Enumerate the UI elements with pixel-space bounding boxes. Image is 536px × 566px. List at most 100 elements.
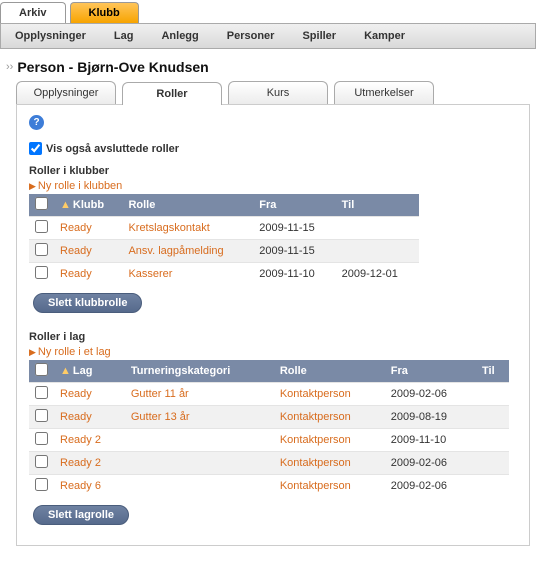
new-team-role-link[interactable]: ▶ Ny rolle i et lag <box>29 346 517 358</box>
subnav-lag[interactable]: Lag <box>106 28 142 44</box>
tab-klubb[interactable]: Klubb <box>70 2 139 23</box>
col-fra[interactable]: Fra <box>253 194 335 217</box>
select-all-team[interactable] <box>35 363 48 376</box>
cell-til <box>476 383 509 406</box>
page-title: Person - Bjørn-Ove Knudsen <box>17 59 208 75</box>
club-roles-heading: Roller i klubber <box>29 165 517 177</box>
new-team-role-text: Ny rolle i et lag <box>38 346 111 358</box>
title-row: ›› Person - Bjørn-Ove Knudsen <box>0 49 536 81</box>
cell-rolle[interactable]: Kontaktperson <box>274 383 385 406</box>
col-kategori[interactable]: Turneringskategori <box>125 360 274 383</box>
col-rolle[interactable]: Rolle <box>122 194 253 217</box>
col-fra[interactable]: Fra <box>385 360 476 383</box>
cell-kategori[interactable]: Gutter 11 år <box>125 383 274 406</box>
team-roles-table: ▲Lag Turneringskategori Rolle Fra Til Re… <box>29 360 509 497</box>
triangle-icon: ▶ <box>29 181 36 192</box>
col-select[interactable] <box>29 194 54 217</box>
cell-til <box>336 240 419 263</box>
cell-fra: 2009-08-19 <box>385 406 476 429</box>
cell-rolle[interactable]: Ansv. lagpåmelding <box>122 240 253 263</box>
tab-opplysninger[interactable]: Opplysninger <box>16 81 116 104</box>
cell-til <box>336 217 419 240</box>
club-roles-table: ▲Klubb Rolle Fra Til ReadyKretslagskonta… <box>29 194 419 285</box>
delete-team-role-button[interactable]: Slett lagrolle <box>33 505 129 525</box>
cell-rolle[interactable]: Kontaktperson <box>274 475 385 498</box>
col-rolle[interactable]: Rolle <box>274 360 385 383</box>
col-lag[interactable]: ▲Lag <box>54 360 125 383</box>
table-row: ReadyKasserer2009-11-102009-12-01 <box>29 263 419 286</box>
table-row: ReadyAnsv. lagpåmelding2009-11-15 <box>29 240 419 263</box>
cell-fra: 2009-11-10 <box>385 429 476 452</box>
cell-rolle[interactable]: Kontaktperson <box>274 452 385 475</box>
cell-kategori[interactable]: Gutter 13 år <box>125 406 274 429</box>
table-row: Ready 2 Kontaktperson2009-02-06 <box>29 452 509 475</box>
sort-icon: ▲ <box>60 199 71 211</box>
cell-lag[interactable]: Ready 6 <box>54 475 125 498</box>
tab-arkiv[interactable]: Arkiv <box>0 2 66 23</box>
delete-club-role-button[interactable]: Slett klubbrolle <box>33 293 142 313</box>
col-klubb[interactable]: ▲Klubb <box>54 194 122 217</box>
cell-lag[interactable]: Ready <box>54 383 125 406</box>
sub-nav: Opplysninger Lag Anlegg Personer Spiller… <box>0 23 536 49</box>
cell-kategori[interactable] <box>125 429 274 452</box>
cell-fra: 2009-02-06 <box>385 452 476 475</box>
cell-fra: 2009-11-15 <box>253 217 335 240</box>
cell-rolle[interactable]: Kasserer <box>122 263 253 286</box>
cell-fra: 2009-02-06 <box>385 475 476 498</box>
tab-kurs[interactable]: Kurs <box>228 81 328 104</box>
cell-kategori[interactable] <box>125 475 274 498</box>
detail-tabs: Opplysninger Roller Kurs Utmerkelser <box>16 81 530 105</box>
cell-kategori[interactable] <box>125 452 274 475</box>
cell-fra: 2009-11-15 <box>253 240 335 263</box>
help-icon[interactable]: ? <box>29 115 44 130</box>
subnav-spiller[interactable]: Spiller <box>294 28 344 44</box>
table-row: ReadyGutter 13 årKontaktperson2009-08-19 <box>29 406 509 429</box>
cell-lag[interactable]: Ready 2 <box>54 452 125 475</box>
top-tab-bar: Arkiv Klubb <box>0 0 536 23</box>
row-checkbox[interactable] <box>35 220 48 233</box>
sort-icon: ▲ <box>60 365 71 377</box>
cell-rolle[interactable]: Kontaktperson <box>274 429 385 452</box>
table-row: Ready 6 Kontaktperson2009-02-06 <box>29 475 509 498</box>
cell-klubb[interactable]: Ready <box>54 240 122 263</box>
cell-klubb[interactable]: Ready <box>54 263 122 286</box>
cell-fra: 2009-02-06 <box>385 383 476 406</box>
tab-roller[interactable]: Roller <box>122 82 222 105</box>
breadcrumb-icon: ›› <box>6 61 13 73</box>
subnav-anlegg[interactable]: Anlegg <box>153 28 206 44</box>
table-row: ReadyGutter 11 årKontaktperson2009-02-06 <box>29 383 509 406</box>
select-all-club[interactable] <box>35 197 48 210</box>
cell-klubb[interactable]: Ready <box>54 217 122 240</box>
row-checkbox[interactable] <box>35 266 48 279</box>
col-select[interactable] <box>29 360 54 383</box>
row-checkbox[interactable] <box>35 243 48 256</box>
row-checkbox[interactable] <box>35 386 48 399</box>
cell-rolle[interactable]: Kontaktperson <box>274 406 385 429</box>
table-row: ReadyKretslagskontakt2009-11-15 <box>29 217 419 240</box>
col-til[interactable]: Til <box>476 360 509 383</box>
cell-til <box>476 406 509 429</box>
table-row: Ready 2 Kontaktperson2009-11-10 <box>29 429 509 452</box>
cell-rolle[interactable]: Kretslagskontakt <box>122 217 253 240</box>
roller-pane: ? Vis også avsluttede roller Roller i kl… <box>16 105 530 546</box>
row-checkbox[interactable] <box>35 432 48 445</box>
subnav-kamper[interactable]: Kamper <box>356 28 413 44</box>
subnav-personer[interactable]: Personer <box>219 28 283 44</box>
team-roles-heading: Roller i lag <box>29 331 517 343</box>
cell-lag[interactable]: Ready <box>54 406 125 429</box>
show-ended-checkbox[interactable] <box>29 142 42 155</box>
row-checkbox[interactable] <box>35 455 48 468</box>
show-ended-label: Vis også avsluttede roller <box>46 143 179 155</box>
cell-til: 2009-12-01 <box>336 263 419 286</box>
row-checkbox[interactable] <box>35 409 48 422</box>
row-checkbox[interactable] <box>35 478 48 491</box>
new-club-role-text: Ny rolle i klubben <box>38 180 122 192</box>
cell-lag[interactable]: Ready 2 <box>54 429 125 452</box>
col-til[interactable]: Til <box>336 194 419 217</box>
subnav-opplysninger[interactable]: Opplysninger <box>7 28 94 44</box>
tab-utmerkelser[interactable]: Utmerkelser <box>334 81 434 104</box>
cell-til <box>476 429 509 452</box>
triangle-icon: ▶ <box>29 347 36 358</box>
cell-fra: 2009-11-10 <box>253 263 335 286</box>
new-club-role-link[interactable]: ▶ Ny rolle i klubben <box>29 180 517 192</box>
